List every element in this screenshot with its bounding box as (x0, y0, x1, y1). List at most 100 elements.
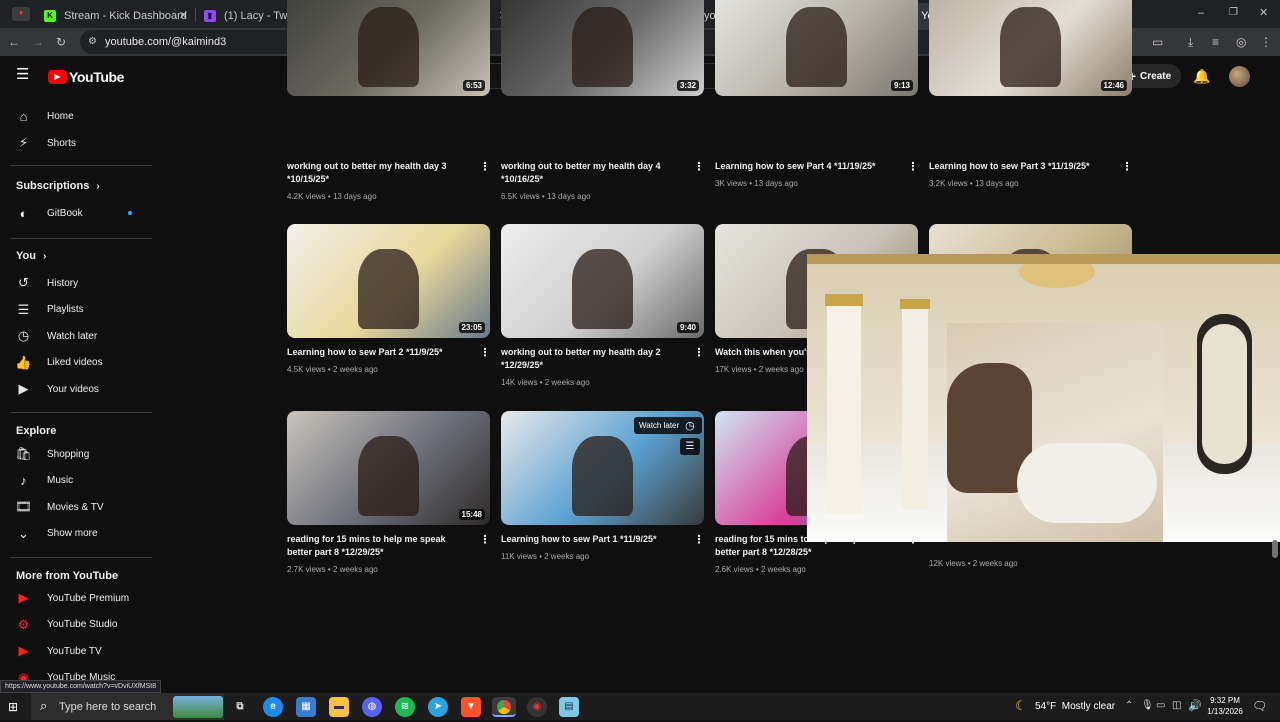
sidebar-item-liked-videos[interactable]: 👍 Liked videos (0, 350, 152, 376)
discord-icon[interactable]: ◍ (362, 697, 382, 717)
video-duration-badge: 3:32 (676, 80, 699, 91)
video-meta: 3K views • 13 days ago (715, 179, 798, 188)
video-thumbnail[interactable]: 23:05 (287, 224, 490, 338)
video-menu-kebab-icon[interactable]: ⋮ (479, 347, 491, 359)
video-title[interactable]: Learning how to sew Part 1 *11/9/25* (501, 533, 686, 546)
sidebar-item-label: Watch later (47, 330, 98, 342)
youtube-logo[interactable]: ▶ YouTube (48, 69, 124, 85)
tab-search-icon[interactable]: ▾ (12, 7, 30, 21)
sidebar-item-history[interactable]: ↺ History (0, 270, 152, 296)
spotify-icon[interactable]: ≋ (395, 697, 415, 717)
task-view-icon[interactable]: ⧉ (230, 697, 250, 717)
sidebar-item-youtube-tv[interactable]: ▶ YouTube TV (0, 638, 152, 664)
video-thumbnail[interactable]: 9:13 (715, 0, 918, 96)
video-title[interactable]: Learning how to sew Part 4 *11/19/25* (715, 160, 900, 173)
volume-icon[interactable]: 🔊 (1188, 699, 1202, 712)
forward-icon[interactable]: → (32, 35, 44, 49)
site-info-icon[interactable]: ⚙ (88, 35, 97, 49)
youtube-studio-icon: ⚙ (17, 616, 30, 632)
sidebar-item-shorts[interactable]: ⚡ Shorts (0, 130, 152, 156)
video-menu-kebab-icon[interactable]: ⋮ (693, 534, 705, 546)
thumbs-up-icon: 👍 (15, 354, 32, 370)
tab-close-icon[interactable]: ✕ (179, 9, 188, 22)
sidebar-item-youtube-studio[interactable]: ⚙ YouTube Studio (0, 612, 152, 638)
edge-icon[interactable]: e (263, 697, 283, 717)
sidebar-item-your-videos[interactable]: ▶ Your videos (0, 376, 152, 402)
telegram-icon[interactable]: ➤ (428, 697, 448, 717)
upload-age: 2 weeks ago (760, 565, 806, 574)
tray-chevron-icon[interactable]: ⌃ (1125, 700, 1133, 711)
sidebar-item-watch-later[interactable]: ◷ Watch later (0, 323, 152, 349)
close-window-icon[interactable]: ✕ (1259, 6, 1268, 20)
sidebar-item-show-more[interactable]: ⌄ Show more (0, 521, 152, 547)
video-title[interactable]: Learning how to sew Part 2 *11/9/25* (287, 346, 472, 359)
video-menu-kebab-icon[interactable]: ⋮ (1121, 161, 1133, 173)
video-thumbnail[interactable]: 9:40 (501, 224, 704, 338)
reload-icon[interactable]: ↻ (56, 35, 66, 49)
file-explorer-icon[interactable]: ▬ (329, 697, 349, 717)
add-to-queue-icon[interactable]: ☰ (680, 438, 700, 455)
notification-center-icon[interactable]: 🗨 (1252, 699, 1267, 713)
weather-text[interactable]: 54°F Mostly clear (1035, 701, 1115, 712)
hamburger-menu-icon[interactable]: ☰ (16, 67, 29, 82)
sidebar-item-movies-tv[interactable]: 🎞 Movies & TV (0, 494, 152, 520)
chrome-icon[interactable] (492, 697, 516, 717)
sidebar-item-shopping[interactable]: 🛍 Shopping (0, 441, 152, 467)
video-title[interactable]: reading for 15 mins to help me speak bet… (287, 533, 472, 559)
back-icon[interactable]: ← (8, 35, 20, 49)
video-menu-kebab-icon[interactable]: ⋮ (479, 534, 491, 546)
side-panel-icon[interactable]: ▭ (1152, 35, 1163, 49)
video-thumbnail[interactable]: 6:53 (287, 0, 490, 96)
clock[interactable]: 9:32 PM 1/13/2026 (1206, 695, 1244, 717)
sidebar-item-label: Liked videos (47, 357, 103, 369)
sidebar-item-label: Movies & TV (47, 501, 104, 513)
video-duration-badge: 9:13 (890, 80, 913, 91)
sidebar-item-label: YouTube Studio (47, 619, 118, 631)
menu-kebab-icon[interactable]: ⋮ (1260, 35, 1272, 49)
watch-later-tooltip[interactable]: Watch later ◷ (634, 417, 702, 434)
restore-icon[interactable]: ❐ (1229, 6, 1238, 20)
store-icon[interactable]: ▦ (296, 697, 316, 717)
minimize-icon[interactable]: – (1198, 6, 1204, 20)
video-menu-kebab-icon[interactable]: ⋮ (693, 161, 705, 173)
video-menu-kebab-icon[interactable]: ⋮ (907, 161, 919, 173)
browser-tab[interactable]: K Stream - Kick Dashboard ✕ (36, 3, 194, 28)
sidebar-item-home[interactable]: ⌂ Home (0, 103, 152, 129)
windows-start-icon[interactable]: ⊞ (8, 700, 18, 714)
video-thumbnail[interactable]: 3:32 (501, 0, 704, 96)
watch-later-icon: ◷ (685, 420, 695, 432)
video-menu-kebab-icon[interactable]: ⋮ (479, 161, 491, 173)
profile-icon[interactable]: ◎ (1236, 35, 1246, 49)
network-icon[interactable]: ◫ (1172, 700, 1181, 711)
video-title[interactable]: working out to better my health day 2 *1… (501, 346, 686, 372)
sidebar-section-title[interactable]: More from YouTube (16, 570, 118, 582)
video-title[interactable]: working out to better my health day 3 *1… (287, 160, 472, 186)
video-title[interactable]: Learning how to sew Part 3 *11/19/25* (929, 160, 1114, 173)
video-title[interactable]: working out to better my health day 4 *1… (501, 160, 686, 186)
video-thumbnail[interactable]: 12:46 (929, 0, 1132, 96)
taskbar-search-input[interactable]: ⌕ Type here to search (31, 693, 224, 720)
battery-icon[interactable]: ▭ (1156, 700, 1165, 711)
video-menu-kebab-icon[interactable]: ⋮ (693, 347, 705, 359)
reading-list-icon[interactable]: ≡ (1212, 35, 1219, 49)
sidebar-section-title[interactable]: You › (16, 250, 46, 262)
sidebar-section-title[interactable]: Explore (16, 425, 56, 437)
shopping-bag-icon: 🛍 (15, 446, 32, 461)
youtube-premium-icon: ▶ (18, 590, 29, 605)
video-thumbnail[interactable]: 15:48 (287, 411, 490, 525)
sidebar-item-youtube-premium[interactable]: ▶ YouTube Premium (0, 585, 152, 611)
upload-age: 13 days ago (754, 179, 798, 188)
avatar[interactable] (1229, 66, 1250, 87)
sidebar-section-title[interactable]: Subscriptions › (16, 180, 100, 192)
obs-icon[interactable]: ◉ (527, 697, 547, 717)
upload-age: 2 weeks ago (544, 552, 590, 561)
brave-icon[interactable]: ▼ (461, 697, 481, 717)
download-icon[interactable]: ⤓ (1188, 35, 1193, 49)
notepad-icon[interactable]: ▤ (559, 697, 579, 717)
page-scrollbar-thumb[interactable] (1272, 540, 1278, 558)
sidebar-item-playlists[interactable]: ☰ Playlists (0, 297, 152, 323)
notifications-bell-icon[interactable]: 🔔 (1193, 69, 1210, 83)
microphone-tray-icon[interactable]: 🎙 (1141, 700, 1154, 711)
sidebar-item-music[interactable]: ♪ Music (0, 468, 152, 494)
sidebar-divider (10, 238, 152, 239)
